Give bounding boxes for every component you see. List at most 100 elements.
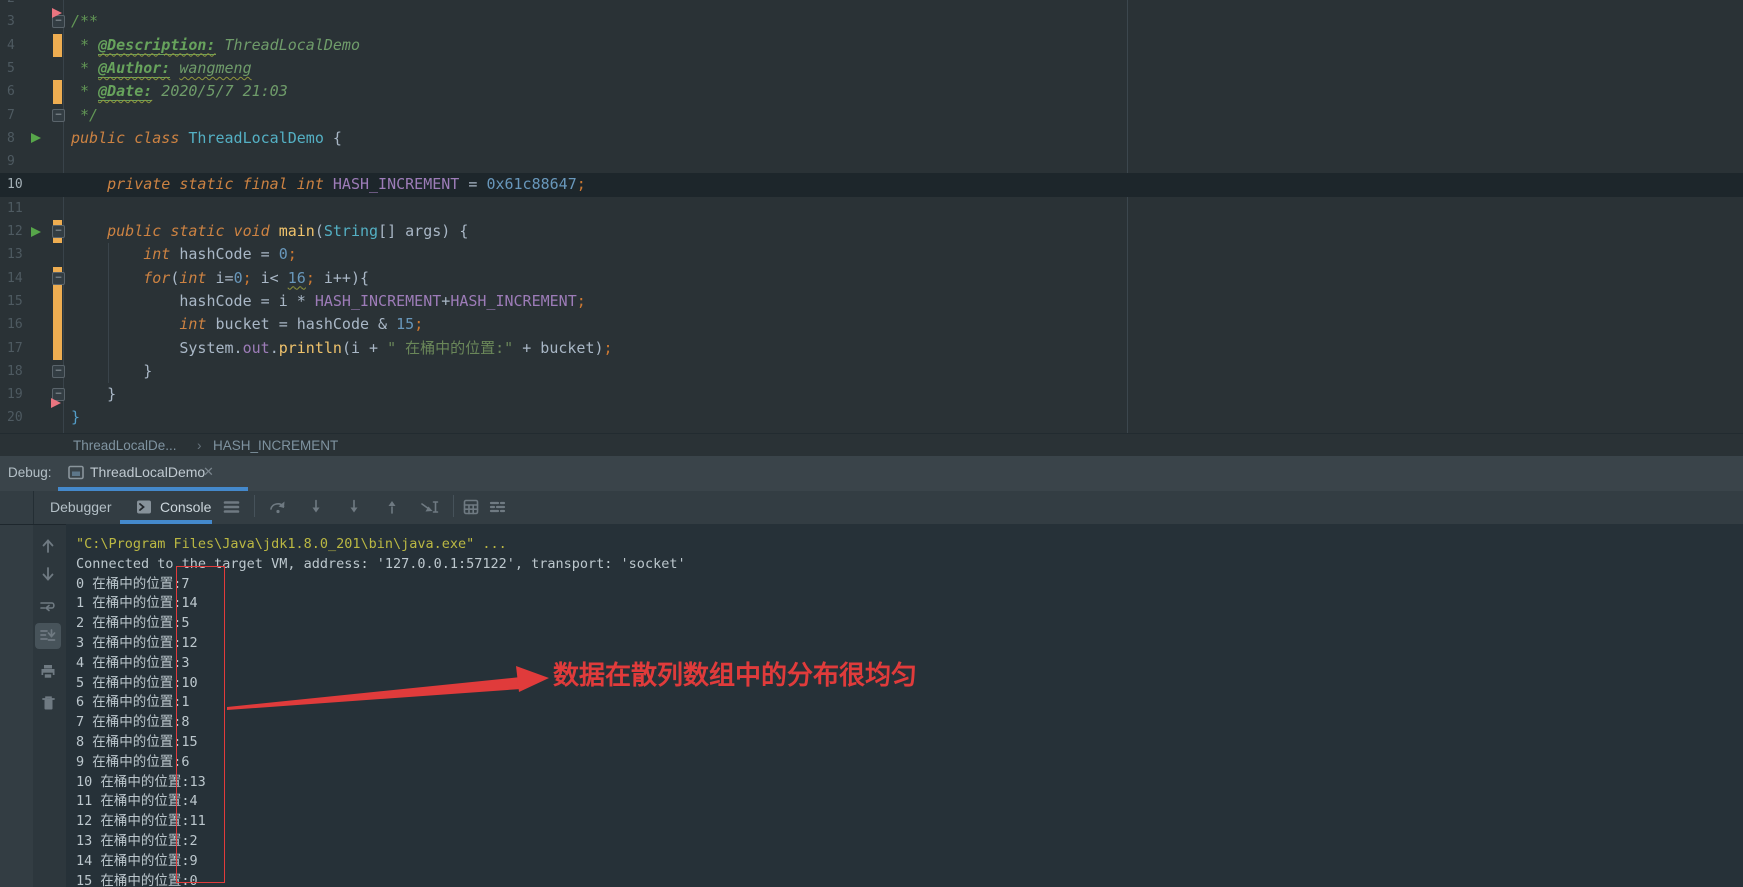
code-text: * @Author: wangmeng: [71, 57, 252, 80]
line-number: 14: [7, 267, 45, 290]
code-text: int hashCode = 0;: [71, 243, 297, 266]
layout-settings-icon[interactable]: [489, 499, 506, 515]
close-icon[interactable]: ✕: [203, 464, 214, 480]
line-number: 2: [7, 0, 45, 10]
tab-debugger[interactable]: Debugger: [50, 499, 112, 515]
breadcrumb-item-member[interactable]: HASH_INCREMENT: [213, 434, 338, 457]
code-text: public static void main(String[] args) {: [71, 220, 468, 243]
code-line[interactable]: 6 * @Date: 2020/5/7 21:03: [0, 80, 1743, 103]
down-stack-icon[interactable]: [39, 565, 57, 583]
code-line[interactable]: 18− }: [0, 360, 1743, 383]
fold-marker-icon[interactable]: −: [52, 225, 65, 238]
fold-marker-icon[interactable]: −: [52, 109, 65, 122]
code-line[interactable]: 9: [0, 150, 1743, 173]
console-line: 6 在桶中的位置:1: [76, 693, 190, 713]
console-side-toolbar: [33, 524, 67, 887]
code-text: }: [71, 360, 152, 383]
line-number: 17: [7, 337, 45, 360]
vcs-change-bar: [53, 313, 62, 336]
code-line[interactable]: 19− }: [0, 383, 1743, 406]
step-over-icon[interactable]: [269, 499, 287, 515]
code-line[interactable]: 4 * @Description: ThreadLocalDemo: [0, 34, 1743, 57]
fold-marker-icon[interactable]: −: [52, 272, 65, 285]
code-line[interactable]: 12− public static void main(String[] arg…: [0, 220, 1743, 243]
breadcrumb: ThreadLocalDe... › HASH_INCREMENT: [0, 433, 1743, 457]
tab-console[interactable]: Console: [160, 499, 211, 515]
code-text: int bucket = hashCode & 15;: [71, 313, 423, 336]
code-line[interactable]: 5 * @Author: wangmeng: [0, 57, 1743, 80]
annotation-text: 数据在散列数组中的分布很均匀: [553, 655, 917, 692]
code-text: hashCode = i * HASH_INCREMENT+HASH_INCRE…: [71, 290, 586, 313]
clear-console-icon[interactable]: [40, 694, 57, 712]
scroll-to-end-icon[interactable]: [39, 627, 57, 645]
debug-label: Debug:: [8, 465, 52, 480]
line-number: 5: [7, 57, 45, 80]
fold-marker-icon[interactable]: −: [52, 365, 65, 378]
bookmark-arrow-icon[interactable]: [52, 8, 62, 18]
force-step-into-icon[interactable]: [346, 499, 362, 515]
console-icon: [136, 499, 152, 515]
console-output[interactable]: "C:\Program Files\Java\jdk1.8.0_201\bin\…: [66, 524, 1743, 887]
breadcrumb-item-class[interactable]: ThreadLocalDe...: [73, 434, 177, 457]
console-line: Connected to the target VM, address: '12…: [76, 555, 686, 575]
bookmark-arrow-icon[interactable]: [51, 398, 61, 408]
code-line[interactable]: 8public class ThreadLocalDemo {: [0, 127, 1743, 150]
line-number: 13: [7, 243, 45, 266]
code-line[interactable]: 16 int bucket = hashCode & 15;: [0, 313, 1743, 336]
line-number: 9: [7, 150, 45, 173]
line-number: 15: [7, 290, 45, 313]
line-number: 11: [7, 197, 45, 220]
soft-wrap-icon[interactable]: [39, 598, 57, 616]
code-line[interactable]: 3−/**: [0, 10, 1743, 33]
code-text: */: [71, 104, 98, 127]
step-into-icon[interactable]: [308, 499, 324, 515]
code-text: public class ThreadLocalDemo {: [71, 127, 342, 150]
vcs-change-bar: [53, 34, 62, 57]
debug-view-toolbar: Debugger Console: [33, 491, 1743, 525]
console-line: 7 在桶中的位置:8: [76, 713, 190, 733]
print-icon[interactable]: [39, 663, 57, 681]
console-line: 0 在桶中的位置:7: [76, 575, 190, 595]
run-to-cursor-icon[interactable]: [420, 499, 440, 515]
code-text: private static final int HASH_INCREMENT …: [71, 173, 586, 196]
toolbar-separator: [254, 495, 255, 517]
annotation-rectangle: [176, 566, 225, 883]
debug-left-toolbar: [0, 491, 34, 887]
console-line: 2 在桶中的位置:5: [76, 614, 190, 634]
code-line[interactable]: 7− */: [0, 104, 1743, 127]
chevron-right-icon: ›: [197, 434, 202, 457]
line-number: 10: [7, 173, 45, 196]
code-line[interactable]: 10 private static final int HASH_INCREME…: [0, 173, 1743, 196]
code-text: * @Description: ThreadLocalDemo: [71, 34, 360, 57]
code-line[interactable]: 20}: [0, 406, 1743, 429]
debug-session-tab[interactable]: ThreadLocalDemo: [90, 464, 205, 480]
vcs-change-bar: [53, 337, 62, 360]
run-line-icon[interactable]: [31, 227, 41, 237]
toolbar-separator: [453, 495, 454, 517]
line-number: 3: [7, 10, 45, 33]
line-number: 6: [7, 80, 45, 103]
ide-window: 23−/**4 * @Description: ThreadLocalDemo5…: [0, 0, 1743, 887]
code-text: /**: [71, 10, 98, 33]
console-line: 4 在桶中的位置:3: [76, 654, 190, 674]
up-stack-icon[interactable]: [39, 537, 57, 555]
step-out-icon[interactable]: [384, 499, 400, 515]
run-line-icon[interactable]: [31, 133, 41, 143]
code-text: System.out.println(i + " 在桶中的位置:" + buck…: [71, 337, 613, 360]
code-line[interactable]: 11: [0, 197, 1743, 220]
code-text: }: [71, 383, 116, 406]
debug-frame-icon: [68, 465, 84, 480]
evaluate-expression-icon[interactable]: [463, 499, 479, 515]
menu-icon[interactable]: [223, 499, 240, 515]
code-line[interactable]: 2: [0, 0, 1743, 10]
debug-toolwindow-header: Debug: ThreadLocalDemo ✕: [0, 456, 1743, 491]
code-line[interactable]: 14− for(int i=0; i< 16; i++){: [0, 267, 1743, 290]
code-line[interactable]: 13 int hashCode = 0;: [0, 243, 1743, 266]
code-text: * @Date: 2020/5/7 21:03: [71, 80, 288, 103]
code-line[interactable]: 17 System.out.println(i + " 在桶中的位置:" + b…: [0, 337, 1743, 360]
code-editor[interactable]: 23−/**4 * @Description: ThreadLocalDemo5…: [0, 0, 1743, 433]
vcs-change-bar: [53, 80, 62, 103]
line-number: 16: [7, 313, 45, 336]
console-line: "C:\Program Files\Java\jdk1.8.0_201\bin\…: [76, 535, 507, 555]
code-line[interactable]: 15 hashCode = i * HASH_INCREMENT+HASH_IN…: [0, 290, 1743, 313]
